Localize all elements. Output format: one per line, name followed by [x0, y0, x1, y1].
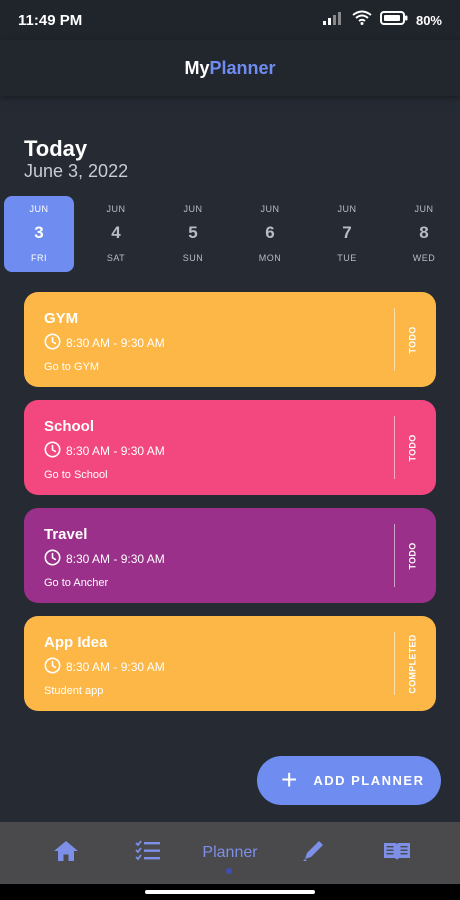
task-status-label: TODO	[408, 325, 419, 354]
task-divider	[394, 308, 395, 371]
task-title: Travel	[44, 526, 88, 543]
task-card-travel[interactable]: Travel 8:30 AM - 9:30 AM Go to Ancher TO…	[24, 508, 436, 603]
date-month: JUN	[29, 204, 49, 214]
bottom-nav: Planner	[0, 822, 460, 884]
plus-icon: +	[281, 763, 298, 795]
status-bar: 11:49 PM 80%	[0, 0, 460, 40]
date-day: 6	[265, 223, 275, 242]
task-time-row: 8:30 AM - 9:30 AM	[44, 333, 416, 353]
nav-home[interactable]	[46, 822, 86, 884]
checklist-icon	[135, 839, 161, 867]
date-month: JUN	[337, 204, 357, 214]
date-item-jun-8[interactable]: JUN 8 WED	[389, 196, 459, 272]
date-month: JUN	[106, 204, 126, 214]
date-weekday: TUE	[337, 253, 357, 263]
date-item-jun-7[interactable]: JUN 7 TUE	[312, 196, 382, 272]
task-title: App Idea	[44, 634, 108, 651]
task-time-row: 8:30 AM - 9:30 AM	[44, 657, 416, 677]
status-icons: 80%	[322, 10, 442, 30]
date-item-jun-3[interactable]: JUN 3 FRI	[4, 196, 74, 272]
book-icon	[383, 841, 411, 866]
task-divider	[394, 416, 395, 479]
task-divider	[394, 524, 395, 587]
app-title-planner: Planner	[209, 57, 276, 78]
date-day: 4	[111, 223, 121, 242]
date-weekday: WED	[412, 253, 436, 263]
gesture-bar	[0, 884, 460, 900]
date-item-jun-5[interactable]: JUN 5 SUN	[158, 196, 228, 272]
task-status: TODO	[402, 508, 424, 603]
task-title: GYM	[44, 310, 79, 327]
task-status-label: TODO	[408, 541, 419, 570]
task-status: COMPLETED	[402, 616, 424, 711]
clock-icon	[44, 441, 61, 461]
nav-planner-label: Planner	[202, 844, 258, 861]
task-card-gym[interactable]: GYM 8:30 AM - 9:30 AM Go to GYM TODO	[24, 292, 436, 387]
add-planner-button[interactable]: + ADD PLANNER	[257, 756, 441, 805]
pencil-icon	[301, 839, 327, 868]
task-card-app-idea[interactable]: App Idea 8:30 AM - 9:30 AM Student app C…	[24, 616, 436, 711]
status-time: 11:49 PM	[18, 11, 83, 29]
clock-icon	[44, 333, 61, 353]
task-description: Go to School	[44, 469, 108, 481]
date-weekday: SAT	[106, 253, 126, 263]
date-weekday: FRI	[31, 253, 47, 263]
battery-percentage: 80%	[415, 12, 442, 28]
add-planner-label: ADD PLANNER	[313, 773, 425, 788]
date-day: 5	[188, 223, 198, 242]
task-status-label: TODO	[408, 433, 419, 462]
task-time-row: 8:30 AM - 9:30 AM	[44, 441, 416, 461]
nav-edit[interactable]	[294, 822, 334, 884]
today-date: June 3, 2022	[24, 161, 129, 181]
task-status: TODO	[402, 292, 424, 387]
home-icon	[53, 840, 79, 867]
task-description: Go to GYM	[44, 361, 100, 373]
task-time: 8:30 AM - 9:30 AM	[66, 336, 165, 350]
active-indicator	[226, 868, 232, 874]
signal-icon	[322, 11, 344, 30]
clock-icon	[44, 657, 61, 677]
task-card-school[interactable]: School 8:30 AM - 9:30 AM Go to School TO…	[24, 400, 436, 495]
date-day: 3	[34, 223, 44, 242]
date-day: 7	[342, 223, 352, 242]
date-weekday: SUN	[182, 253, 204, 263]
task-description: Go to Ancher	[44, 577, 109, 589]
date-strip: JUN 3 FRI JUN 4 SAT JUN 5 SUN JUN 6 MON …	[0, 196, 460, 272]
task-description: Student app	[44, 685, 104, 697]
app-title: MyPlanner	[184, 58, 275, 79]
date-item-jun-4[interactable]: JUN 4 SAT	[81, 196, 151, 272]
clock-icon	[44, 549, 61, 569]
task-time-row: 8:30 AM - 9:30 AM	[44, 549, 416, 569]
task-time: 8:30 AM - 9:30 AM	[66, 444, 165, 458]
task-time: 8:30 AM - 9:30 AM	[66, 552, 165, 566]
nav-tasks[interactable]	[128, 822, 168, 884]
today-heading: Today	[24, 136, 88, 161]
date-day: 8	[419, 223, 429, 242]
nav-book[interactable]	[377, 822, 417, 884]
nav-planner[interactable]: Planner	[200, 822, 260, 884]
task-title: School	[44, 418, 95, 435]
date-month: JUN	[414, 204, 434, 214]
date-month: JUN	[183, 204, 203, 214]
task-divider	[394, 632, 395, 695]
app-title-my: My	[184, 57, 210, 78]
task-time: 8:30 AM - 9:30 AM	[66, 660, 165, 674]
date-item-jun-6[interactable]: JUN 6 MON	[235, 196, 305, 272]
date-weekday: MON	[258, 253, 282, 263]
task-status-label: COMPLETED	[408, 633, 419, 694]
wifi-icon	[352, 10, 372, 30]
task-status: TODO	[402, 400, 424, 495]
date-month: JUN	[260, 204, 280, 214]
battery-icon	[379, 10, 408, 30]
app-header: MyPlanner	[0, 40, 460, 96]
gesture-handle[interactable]	[145, 890, 315, 894]
